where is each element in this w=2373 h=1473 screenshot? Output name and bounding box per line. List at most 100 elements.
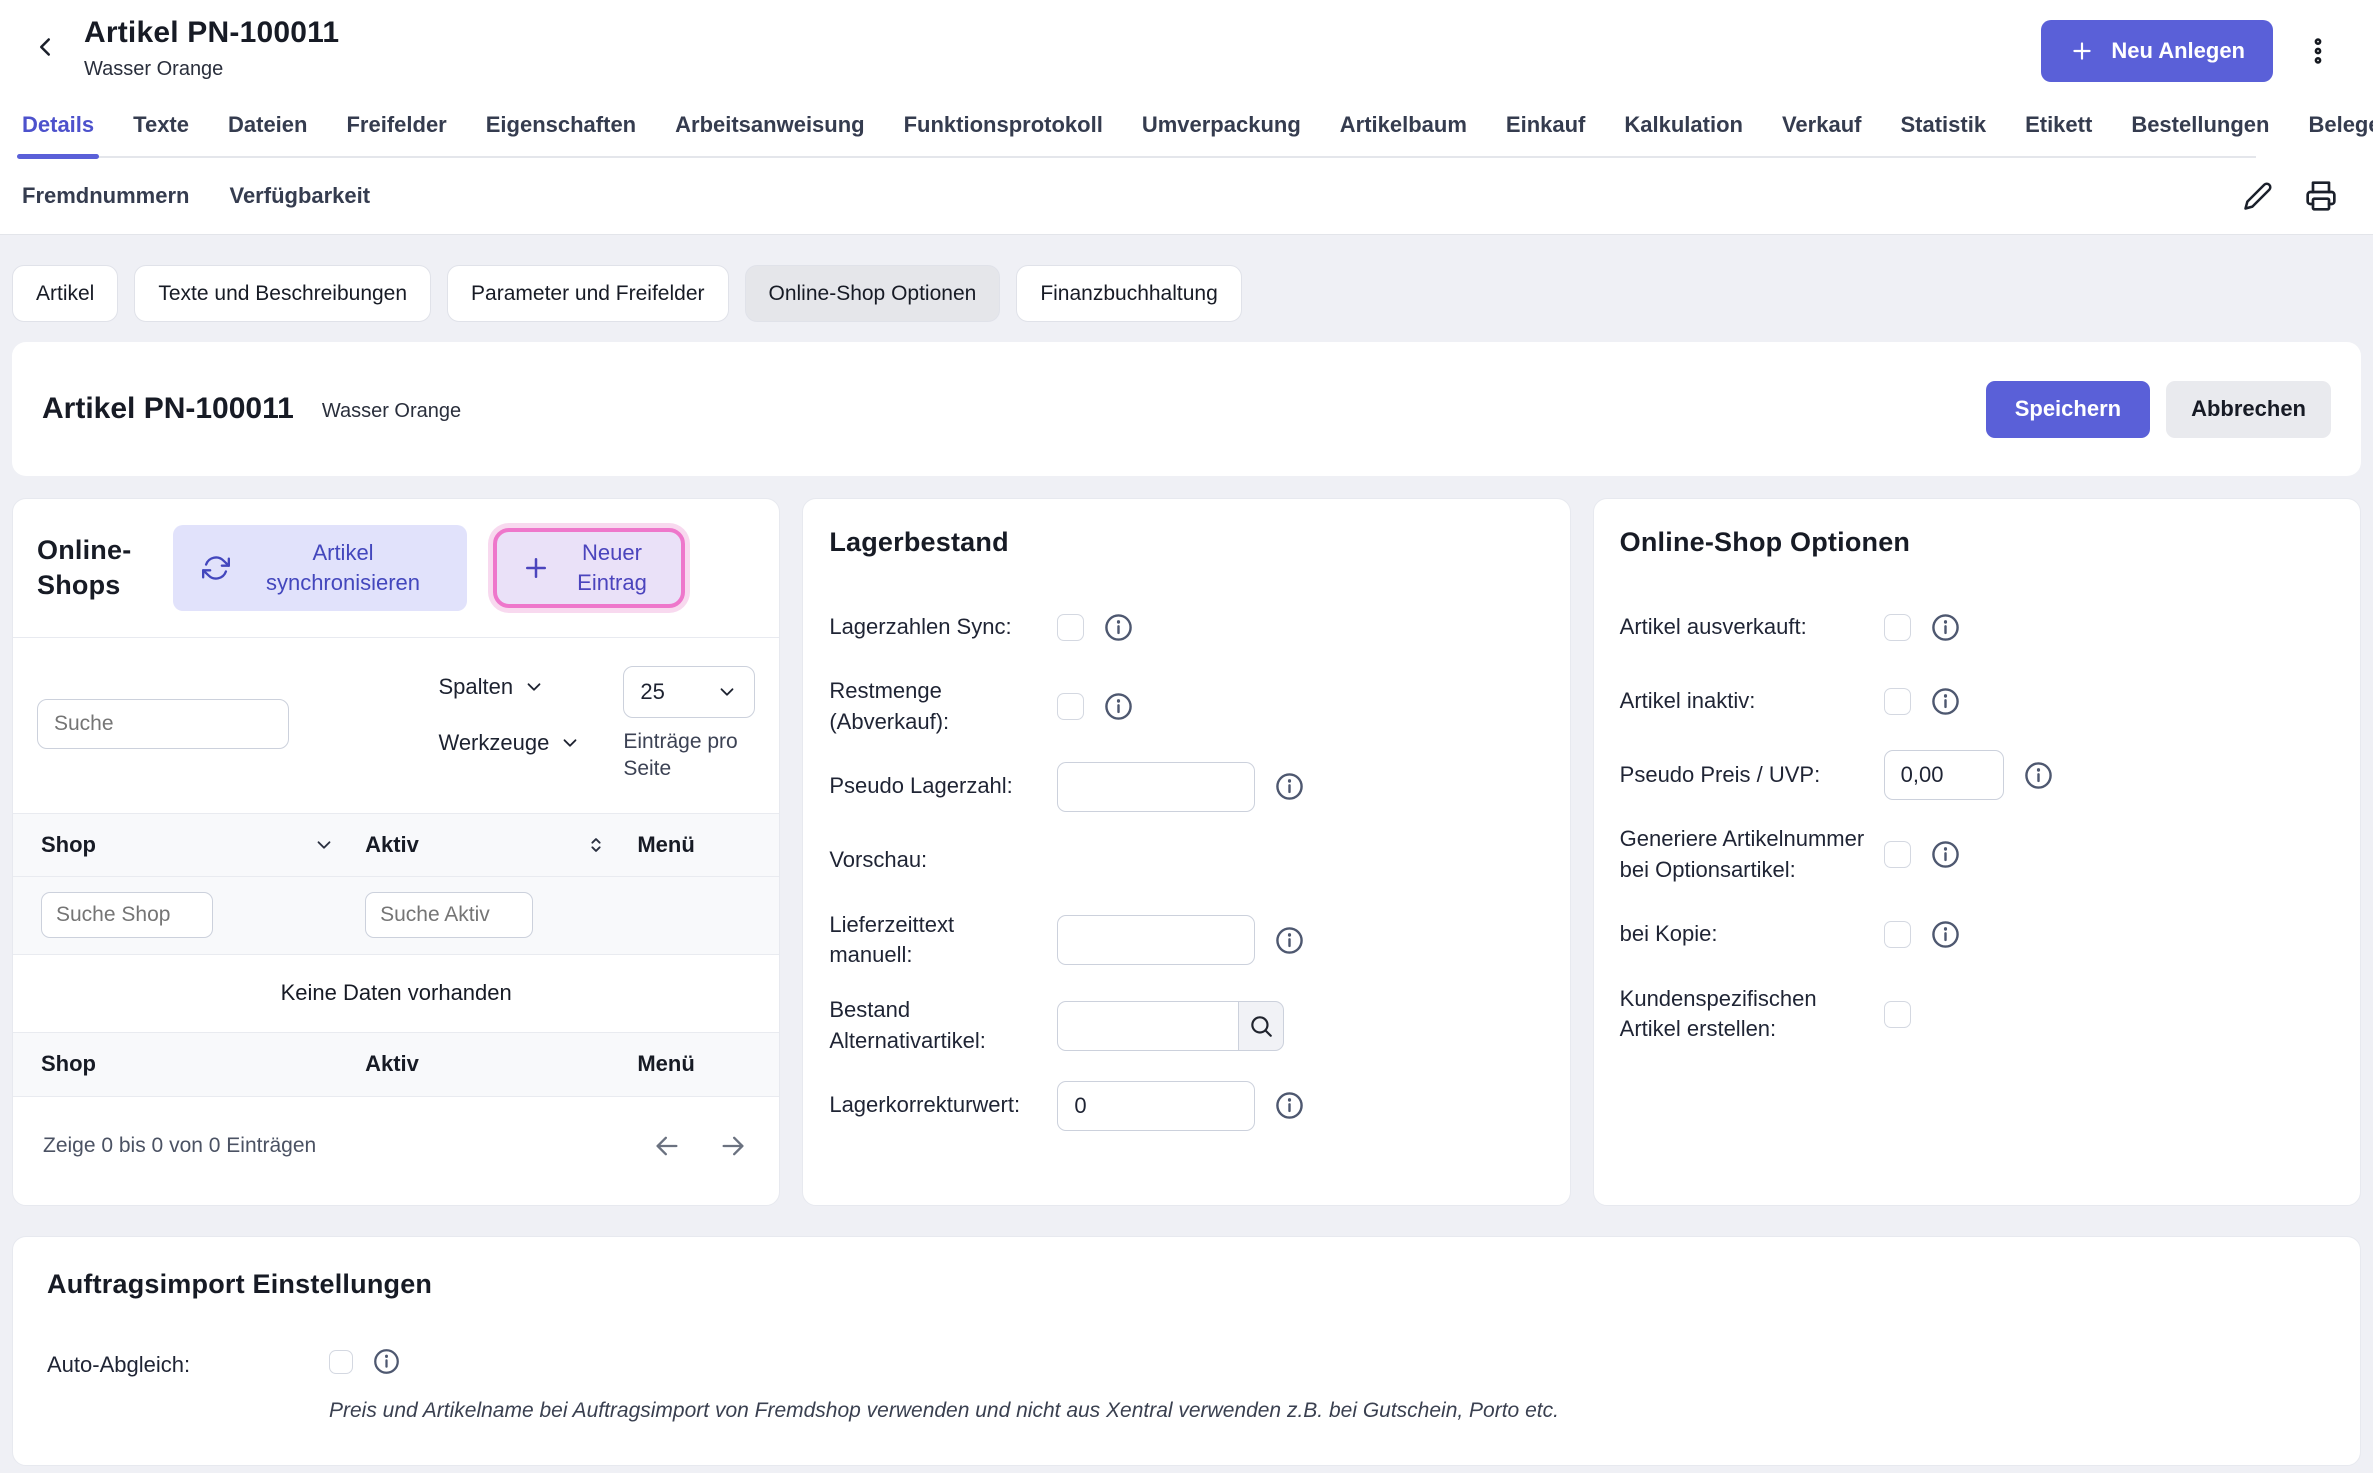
subtab-fremdnummern[interactable]: Fremdnummern [22,183,189,209]
info-icon[interactable] [1275,1091,1304,1120]
tab-artikelbaum[interactable]: Artikelbaum [1340,112,1467,158]
tab-freifelder[interactable]: Freifelder [346,112,446,158]
auto-abgleich-checkbox[interactable] [329,1350,353,1374]
pill-texte-und-beschreibungen[interactable]: Texte und Beschreibungen [134,265,431,322]
sync-articles-button[interactable]: Artikel synchronisieren [173,525,467,611]
sort-desc-icon[interactable] [313,834,335,856]
generiere-artikelnummer-bei-optionsartikel-checkbox[interactable] [1884,841,1911,868]
info-icon[interactable] [1931,840,1960,869]
pagination-next-button[interactable] [717,1130,749,1162]
tab-texte[interactable]: Texte [133,112,189,158]
info-icon[interactable] [1104,692,1133,721]
restmenge-abverkauf-label: Restmenge (Abverkauf): [829,676,1057,738]
save-button[interactable]: Speichern [1986,381,2150,438]
lagerzahlen-sync-checkbox[interactable] [1057,614,1084,641]
plus-icon [2069,38,2095,64]
form-row-bei-kopie: bei Kopie: [1620,910,2334,960]
tab-verkauf[interactable]: Verkauf [1782,112,1862,158]
new-create-label: Neu Anlegen [2111,38,2245,64]
tab-statistik[interactable]: Statistik [1900,112,1986,158]
form-row-bestand-alternativartikel: Bestand Alternativartikel: [829,995,1543,1057]
kundenspezifischen-artikel-erstellen-checkbox[interactable] [1884,1001,1911,1028]
pill-online-shop-optionen[interactable]: Online-Shop Optionen [745,265,1001,322]
info-icon[interactable] [1275,772,1304,801]
column-header-aktiv[interactable]: Aktiv [365,832,419,858]
lagerbestand-panel: Lagerbestand Lagerzahlen Sync: Restmenge … [802,498,1570,1206]
lagerzahlen-sync-label: Lagerzahlen Sync: [829,612,1057,643]
info-icon[interactable] [1931,920,1960,949]
pill-parameter-und-freifelder[interactable]: Parameter und Freifelder [447,265,728,322]
form-row-artikel-ausverkauft: Artikel ausverkauft: [1620,602,2334,652]
lagerkorrekturwert-input[interactable] [1057,1081,1255,1131]
info-icon[interactable] [1931,613,1960,642]
pseudo-preis-uvp-input[interactable] [1884,750,2004,800]
pseudo-lagerzahl-input[interactable] [1057,762,1255,812]
form-row-lagerkorrekturwert: Lagerkorrekturwert: [829,1081,1543,1131]
artikel-inaktiv-checkbox[interactable] [1884,688,1911,715]
edit-button[interactable] [2241,179,2275,213]
artikel-inaktiv-label: Artikel inaktiv: [1620,686,1884,717]
tab-belege[interactable]: Belege [2308,112,2373,158]
tab-bestellungen[interactable]: Bestellungen [2131,112,2269,158]
tab-details[interactable]: Details [22,112,94,158]
restmenge-abverkauf-checkbox[interactable] [1057,693,1084,720]
page-size-select[interactable]: 25 [623,666,755,718]
lieferzeittext-manuell-input[interactable] [1057,915,1255,965]
info-icon[interactable] [373,1348,400,1375]
info-icon[interactable] [1275,926,1304,955]
section-pill-row: Artikel Texte und Beschreibungen Parameter… [12,235,2361,342]
generiere-artikelnummer-bei-optionsartikel-label: Generiere Artikelnummer bei Optionsartik… [1620,824,1884,886]
pill-finanzbuchhaltung[interactable]: Finanzbuchhaltung [1016,265,1241,322]
shops-filter-row [13,877,779,955]
artikel-ausverkauft-checkbox[interactable] [1884,614,1911,641]
tab-kalkulation[interactable]: Kalkulation [1624,112,1743,158]
columns-dropdown[interactable]: Spalten [438,674,581,700]
pagination-prev-button[interactable] [651,1130,683,1162]
new-entry-button[interactable]: Neuer Eintrag [493,528,685,608]
new-entry-label: Neuer Eintrag [567,538,657,597]
tab-arbeitsanweisung[interactable]: Arbeitsanweisung [675,112,864,158]
bestand-alternativartikel-input[interactable] [1057,1001,1239,1051]
form-row-lieferzeittext-manuell: Lieferzeittext manuell: [829,910,1543,972]
info-icon[interactable] [1931,687,1960,716]
tab-umverpackung[interactable]: Umverpackung [1142,112,1301,158]
cancel-button[interactable]: Abbrechen [2166,381,2331,438]
title-block: Artikel PN-100011 Wasser Orange [84,16,339,81]
tab-etikett[interactable]: Etikett [2025,112,2092,158]
shops-table-header: Shop Aktiv Menü [13,813,779,877]
pill-artikel[interactable]: Artikel [12,265,118,322]
bestand-alternativartikel-search-button[interactable] [1238,1001,1284,1051]
info-icon[interactable] [1104,613,1133,642]
tab-einkauf[interactable]: Einkauf [1506,112,1585,158]
print-button[interactable] [2303,178,2339,214]
tools-dropdown-label: Werkzeuge [438,730,549,756]
tab-funktionsprotokoll[interactable]: Funktionsprotokoll [904,112,1103,158]
pseudo-lagerzahl-label: Pseudo Lagerzahl: [829,771,1057,802]
bei-kopie-checkbox[interactable] [1884,921,1911,948]
footer-header-menu: Menü [637,1051,755,1077]
shop-options-title: Online-Shop Optionen [1620,527,2334,558]
new-create-button[interactable]: Neu Anlegen [2041,20,2273,82]
subtab-verfugbarkeit[interactable]: Verfügbarkeit [229,183,370,209]
page-size-value: 25 [640,679,664,705]
tab-eigenschaften[interactable]: Eigenschaften [486,112,636,158]
shops-table-footer: Shop Aktiv Menü [13,1033,779,1097]
chevron-down-icon [559,732,581,754]
footer-header-shop: Shop [41,1051,365,1077]
pencil-icon [2243,181,2273,211]
lagerbestand-title: Lagerbestand [829,527,1543,558]
filter-aktiv-input[interactable] [365,892,533,938]
column-header-shop[interactable]: Shop [41,832,96,858]
back-button[interactable] [22,24,68,70]
online-shops-panel: Online-Shops Artikel synchronisieren Neu… [12,498,780,1206]
tools-dropdown[interactable]: Werkzeuge [438,730,581,756]
more-options-button[interactable] [2297,30,2339,72]
tab-dateien[interactable]: Dateien [228,112,307,158]
subtab-group: Fremdnummern Verfügbarkeit [22,183,370,209]
filter-shop-input[interactable] [41,892,213,938]
footer-header-aktiv: Aktiv [365,1051,637,1077]
search-input[interactable] [37,699,289,749]
info-icon[interactable] [2024,761,2053,790]
sort-icon[interactable] [585,834,607,856]
form-row-artikel-inaktiv: Artikel inaktiv: [1620,676,2334,726]
